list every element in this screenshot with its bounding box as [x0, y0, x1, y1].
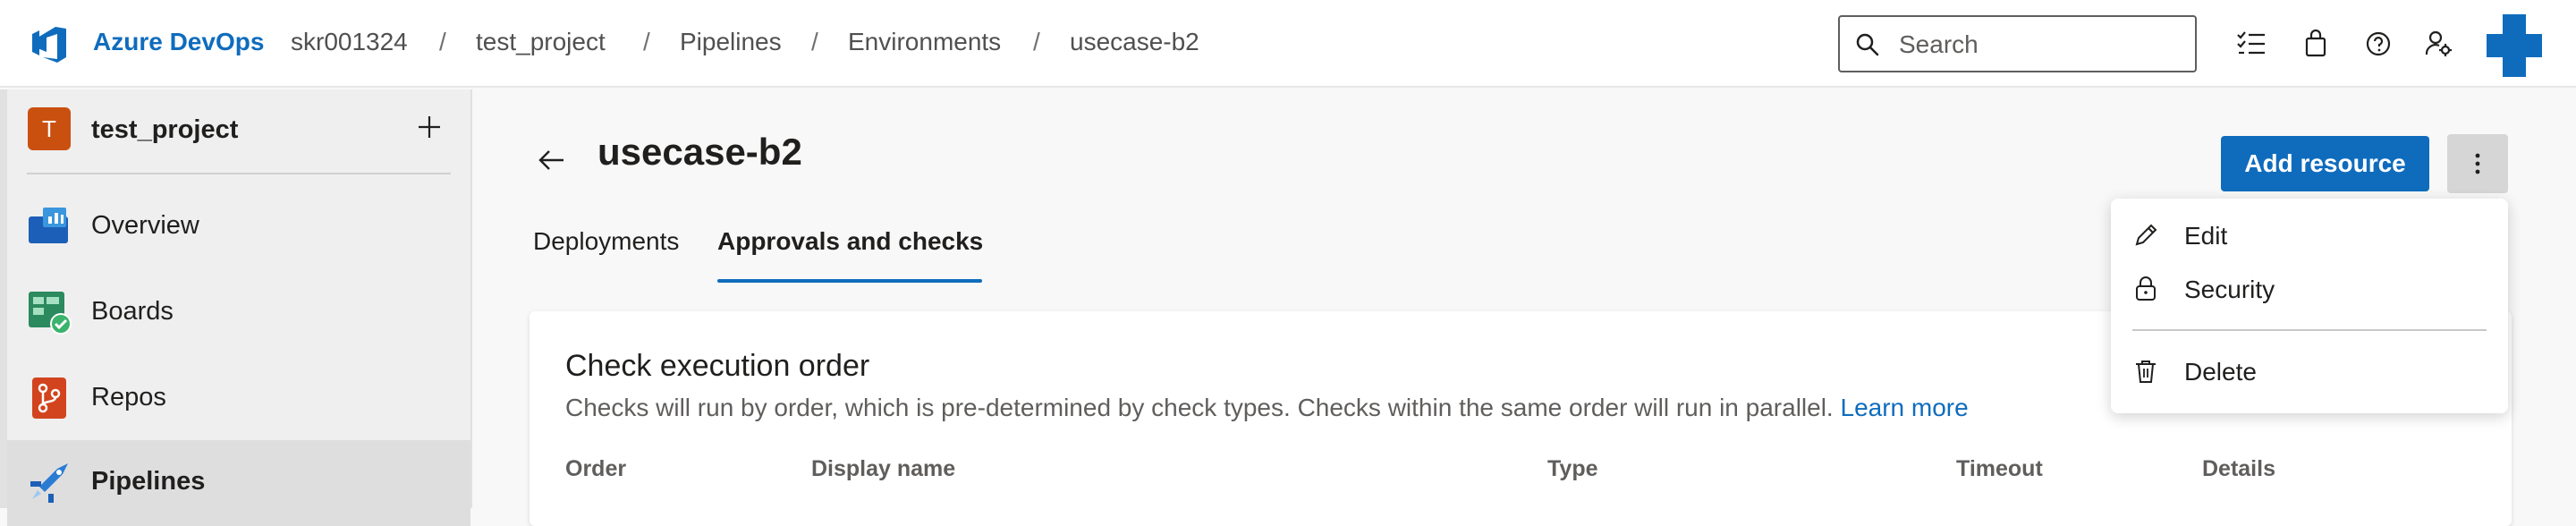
menu-item-label: Security [2184, 276, 2275, 303]
search-box[interactable] [1838, 15, 2197, 72]
breadcrumb-separator: / [811, 28, 818, 55]
tab-deployments[interactable]: Deployments [533, 227, 679, 256]
menu-item-delete[interactable]: Delete [2111, 345, 2508, 397]
sidebar-item-label: Pipelines [91, 467, 206, 496]
shopping-bag-icon[interactable] [2299, 27, 2333, 61]
breadcrumb-separator: / [439, 28, 446, 55]
search-input[interactable] [1899, 28, 2185, 62]
overview-icon [29, 208, 68, 243]
user-avatar-icon[interactable] [2487, 14, 2542, 77]
sidebar-item-repos[interactable]: Repos [7, 356, 470, 442]
sidebar-item-pipelines[interactable]: Pipelines [7, 440, 470, 526]
trash-icon [2136, 361, 2156, 383]
breadcrumb-org[interactable]: skr001324 [291, 28, 408, 56]
add-resource-button[interactable]: Add resource [2221, 136, 2429, 191]
more-options-button[interactable] [2447, 134, 2508, 193]
lock-icon [2136, 276, 2156, 301]
pipelines-icon [30, 463, 68, 503]
task-list-icon[interactable] [2234, 27, 2268, 61]
column-header-details[interactable]: Details [2202, 456, 2275, 482]
card-description: Checks will run by order, which is pre-d… [565, 394, 1969, 422]
breadcrumb-pipelines[interactable]: Pipelines [680, 28, 782, 56]
menu-divider [2132, 329, 2487, 331]
menu-item-security[interactable]: Security [2111, 263, 2508, 315]
project-name[interactable]: test_project [91, 115, 238, 145]
sidebar-item-label: Overview [91, 211, 199, 240]
sidebar-edge [0, 89, 7, 508]
pencil-icon [2135, 224, 2157, 246]
help-icon[interactable] [2361, 27, 2395, 61]
more-options-menu: Edit Security Delete [2111, 199, 2508, 413]
column-header-order[interactable]: Order [565, 456, 626, 482]
vertical-ellipsis-icon [2475, 153, 2480, 174]
boards-icon [29, 292, 72, 335]
top-header: Azure DevOps skr001324 / test_project / … [0, 0, 2576, 88]
breadcrumb-current[interactable]: usecase-b2 [1070, 28, 1199, 56]
card-title: Check execution order [565, 349, 870, 383]
left-sidebar: T test_project Overview Boards Repos Pip… [0, 89, 472, 526]
menu-item-label: Delete [2184, 358, 2257, 386]
add-icon[interactable] [411, 109, 447, 145]
breadcrumb-separator: / [1033, 28, 1040, 55]
sidebar-item-label: Boards [91, 297, 174, 326]
learn-more-link[interactable]: Learn more [1841, 394, 1969, 421]
card-description-text: Checks will run by order, which is pre-d… [565, 394, 1834, 421]
page-title: usecase-b2 [597, 131, 802, 173]
project-avatar[interactable]: T [28, 107, 71, 150]
menu-item-edit[interactable]: Edit [2111, 209, 2508, 261]
sidebar-item-boards[interactable]: Boards [7, 270, 470, 356]
breadcrumb-environments[interactable]: Environments [848, 28, 1001, 56]
column-header-timeout[interactable]: Timeout [1956, 456, 2043, 482]
brand-name[interactable]: Azure DevOps [93, 28, 264, 56]
user-settings-icon[interactable] [2422, 27, 2456, 61]
sidebar-item-label: Repos [91, 383, 166, 411]
repos-icon [32, 378, 66, 419]
column-header-display-name[interactable]: Display name [811, 456, 955, 482]
sidebar-item-overview[interactable]: Overview [7, 184, 470, 270]
azure-devops-logo-icon[interactable] [27, 23, 72, 64]
active-tab-indicator [717, 279, 982, 283]
menu-item-label: Edit [2184, 222, 2228, 250]
sidebar-divider [27, 173, 451, 174]
column-header-type[interactable]: Type [1547, 456, 1598, 482]
back-arrow-icon[interactable] [535, 143, 569, 177]
search-icon [1856, 33, 1879, 56]
tab-approvals-and-checks[interactable]: Approvals and checks [717, 227, 983, 256]
breadcrumb-project[interactable]: test_project [476, 28, 606, 56]
breadcrumb-separator: / [643, 28, 650, 55]
